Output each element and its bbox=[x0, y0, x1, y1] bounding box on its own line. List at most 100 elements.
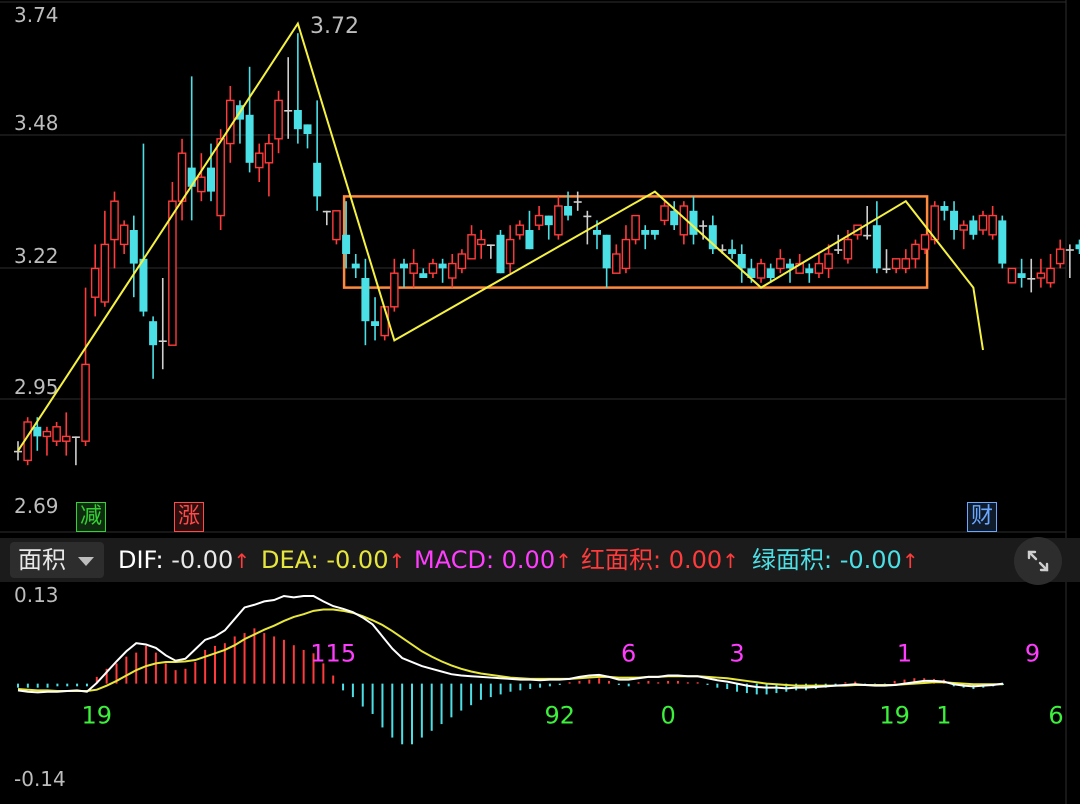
candle-body bbox=[216, 138, 225, 217]
indicator-3: 红面积: 0.00↑ bbox=[581, 543, 739, 578]
area-selector-label: 面积 bbox=[18, 546, 66, 574]
candle-body bbox=[467, 234, 476, 260]
candle-body bbox=[90, 267, 100, 298]
candle-body bbox=[1017, 273, 1026, 278]
indicator-value: -0.00 bbox=[839, 546, 902, 574]
candle-body bbox=[119, 224, 129, 246]
candle-body bbox=[52, 426, 61, 442]
candle-body bbox=[612, 253, 621, 274]
candle-body bbox=[564, 206, 573, 216]
candle-body bbox=[737, 254, 746, 269]
candle-body bbox=[978, 214, 988, 231]
indicator-4: 绿面积: -0.00↑ bbox=[752, 543, 919, 578]
candle-body bbox=[631, 214, 640, 241]
candle-body bbox=[428, 262, 438, 274]
candle-body bbox=[660, 205, 669, 222]
candle-body bbox=[371, 321, 380, 326]
candle-body bbox=[699, 225, 708, 227]
up-arrow-icon: ↑ bbox=[388, 549, 406, 573]
candle-body bbox=[525, 230, 534, 250]
macd-count-label: 92 bbox=[544, 702, 575, 730]
candle-body bbox=[834, 249, 843, 251]
candle-body bbox=[33, 426, 42, 437]
candle-body bbox=[419, 273, 428, 278]
candle-body bbox=[863, 234, 872, 237]
candle-body bbox=[177, 152, 187, 202]
candle-body bbox=[891, 258, 901, 270]
candle-body bbox=[756, 262, 766, 279]
candle-body bbox=[998, 220, 1007, 264]
expand-arrows-icon[interactable] bbox=[1014, 537, 1062, 585]
indicator-value: 0.00 bbox=[668, 546, 723, 574]
macd-count-label: 6 bbox=[1048, 702, 1063, 730]
up-arrow-icon: ↑ bbox=[722, 549, 739, 573]
candle-body bbox=[71, 436, 80, 438]
indicator-name: 绿面积: bbox=[752, 546, 840, 574]
candle-body bbox=[824, 253, 833, 270]
macd-count-label: 6 bbox=[621, 640, 636, 668]
candle-body bbox=[486, 244, 495, 246]
indicator-value: -0.00 bbox=[326, 546, 389, 574]
candle-body bbox=[100, 243, 110, 303]
candle-body bbox=[805, 268, 814, 274]
candle-body bbox=[950, 210, 959, 230]
caret-down-icon bbox=[78, 557, 94, 566]
candle-body bbox=[81, 363, 90, 442]
candlestick-chart[interactable]: 3.74 3.48 3.22 2.95 2.69 3.72 bbox=[0, 0, 1080, 538]
y-tick-label: 3.74 bbox=[14, 3, 59, 27]
macd-count-label: 1 bbox=[936, 702, 951, 730]
candle-body bbox=[872, 225, 881, 269]
candle-body bbox=[447, 262, 457, 279]
indicator-name: DEA: bbox=[261, 546, 327, 574]
macd-count-label: 0 bbox=[660, 702, 675, 730]
macd-count-label: 9 bbox=[1025, 640, 1040, 668]
up-arrow-icon: ↑ bbox=[233, 549, 251, 573]
candle-body bbox=[496, 234, 505, 274]
badge-zhang[interactable]: 涨 bbox=[174, 502, 204, 532]
candle-body bbox=[515, 224, 525, 236]
indicator-name: 红面积: bbox=[581, 546, 669, 574]
candle-body bbox=[544, 215, 553, 226]
candle-body bbox=[390, 272, 399, 308]
candle-body bbox=[313, 162, 322, 197]
candle-body bbox=[197, 176, 206, 193]
candle-body bbox=[766, 268, 775, 278]
indicator-2: MACD: 0.00↑ bbox=[414, 543, 572, 578]
indicator-0: DIF: -0.00↑ bbox=[118, 543, 250, 578]
candle-body bbox=[361, 278, 370, 322]
candle-body bbox=[322, 210, 331, 213]
candle-body bbox=[583, 215, 592, 218]
macd-y-tick-label: 0.13 bbox=[14, 583, 59, 607]
candle-body bbox=[332, 210, 341, 241]
candle-body bbox=[14, 450, 22, 453]
indicator-1: DEA: -0.00↑ bbox=[261, 543, 405, 578]
macd-count-label: 1 bbox=[897, 640, 912, 668]
candle-body bbox=[670, 210, 679, 226]
candle-body bbox=[554, 205, 563, 236]
up-arrow-icon: ↑ bbox=[901, 549, 919, 573]
candle-body bbox=[110, 200, 119, 241]
candle-body bbox=[168, 200, 177, 346]
candle-body bbox=[264, 142, 274, 164]
macd-count-label: 19 bbox=[879, 702, 910, 730]
macd-count-label: 19 bbox=[82, 702, 113, 730]
candle-body bbox=[573, 201, 582, 203]
candle-body bbox=[602, 234, 611, 269]
indicator-name: DIF: bbox=[118, 546, 172, 574]
candle-body bbox=[1065, 249, 1074, 251]
candle-body bbox=[438, 263, 447, 269]
y-tick-label: 3.22 bbox=[14, 244, 59, 268]
indicator-value: 0.00 bbox=[501, 546, 556, 574]
candle-body bbox=[776, 258, 785, 270]
badge-cai[interactable]: 财 bbox=[967, 502, 997, 532]
y-tick-label: 3.48 bbox=[14, 111, 59, 135]
area-selector[interactable]: 面积 bbox=[10, 542, 104, 578]
candle-body bbox=[409, 262, 418, 274]
badge-jian[interactable]: 减 bbox=[76, 502, 106, 532]
y-tick-label: 2.95 bbox=[14, 375, 59, 399]
macd-chart[interactable]: 0.13-0.141911592603 119 196 bbox=[0, 582, 1080, 804]
candle-body bbox=[940, 206, 949, 211]
candle-body bbox=[457, 253, 467, 270]
candle-body bbox=[641, 230, 650, 235]
macd-y-tick-label: -0.14 bbox=[14, 767, 66, 791]
